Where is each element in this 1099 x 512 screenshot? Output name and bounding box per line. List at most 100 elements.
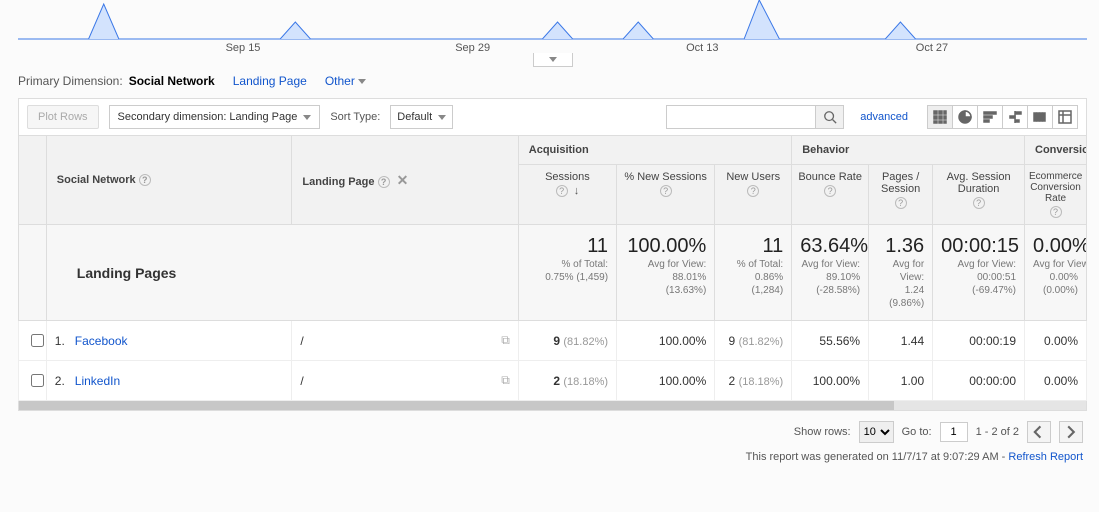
help-icon[interactable]: ? bbox=[660, 185, 672, 197]
col-pct-new-sessions[interactable]: % New Sessions ? bbox=[617, 165, 715, 225]
cell-new-users: 9 bbox=[729, 334, 736, 348]
xlabel: Sep 15 bbox=[208, 42, 278, 54]
primary-dimension-active[interactable]: Social Network bbox=[129, 74, 215, 88]
view-comparison-button[interactable] bbox=[1002, 105, 1028, 129]
aggregate-title: Landing Pages bbox=[46, 225, 518, 321]
col-new-users[interactable]: New Users ? bbox=[715, 165, 792, 225]
pagination: Show rows: 10 Go to: 1 - 2 of 2 bbox=[18, 411, 1087, 447]
sort-type-value: Default bbox=[397, 111, 432, 123]
next-page-button[interactable] bbox=[1059, 421, 1083, 443]
aggregate-row: Landing Pages 11 % of Total: 0.75% (1,45… bbox=[19, 225, 1087, 321]
show-rows-label: Show rows: bbox=[794, 426, 851, 438]
cell-new-users: 2 bbox=[729, 374, 736, 388]
table-row: 1. Facebook / ⧉ 9 (81.82%) 100.00% 9 (81… bbox=[19, 321, 1087, 361]
row-primary-link[interactable]: Facebook bbox=[75, 334, 128, 348]
xlabel: Sep 29 bbox=[438, 42, 508, 54]
other-label: Other bbox=[325, 74, 355, 88]
col-social-network[interactable]: Social Network ? bbox=[46, 136, 292, 225]
col-label: Social Network bbox=[57, 174, 136, 186]
cell-asd: 00:00:19 bbox=[933, 321, 1025, 361]
cell-sessions-pct: (18.18%) bbox=[563, 376, 608, 388]
cell-sessions-pct: (81.82%) bbox=[563, 336, 608, 348]
show-rows-select[interactable]: 10 bbox=[859, 421, 894, 443]
page-range: 1 - 2 of 2 bbox=[976, 426, 1019, 438]
horizontal-scrollbar[interactable] bbox=[18, 401, 1087, 411]
chevron-left-icon bbox=[1032, 425, 1046, 439]
table-search bbox=[666, 105, 844, 129]
row-checkbox[interactable] bbox=[31, 374, 44, 387]
table-toolbar: Plot Rows Secondary dimension: Landing P… bbox=[18, 98, 1087, 136]
secondary-dimension-dropdown[interactable]: Secondary dimension: Landing Page bbox=[109, 105, 321, 129]
plot-rows-button[interactable]: Plot Rows bbox=[27, 105, 99, 129]
cell-bounce: 100.00% bbox=[792, 361, 869, 401]
goto-input[interactable] bbox=[940, 422, 968, 442]
cell-asd: 00:00:00 bbox=[933, 361, 1025, 401]
chevron-down-icon bbox=[303, 115, 311, 120]
col-sessions[interactable]: Sessions ? bbox=[518, 165, 616, 225]
secondary-dimension-label: Secondary dimension: Landing Page bbox=[118, 111, 298, 123]
report-footer: This report was generated on 11/7/17 at … bbox=[18, 447, 1087, 463]
primary-dimension-other[interactable]: Other bbox=[325, 74, 366, 88]
goto-label: Go to: bbox=[902, 426, 932, 438]
view-term-cloud-button[interactable] bbox=[1027, 105, 1053, 129]
agg-bounce: 63.64% Avg for View: 89.10% (-28.58%) bbox=[792, 225, 869, 321]
collapse-chart-toggle[interactable] bbox=[533, 53, 573, 67]
view-performance-button[interactable] bbox=[977, 105, 1003, 129]
prev-page-button[interactable] bbox=[1027, 421, 1051, 443]
help-icon[interactable]: ? bbox=[973, 197, 985, 209]
footer-text: This report was generated on 11/7/17 at … bbox=[746, 451, 1009, 463]
refresh-report-link[interactable]: Refresh Report bbox=[1008, 451, 1083, 463]
help-icon[interactable]: ? bbox=[139, 174, 151, 186]
sort-type-dropdown[interactable]: Default bbox=[390, 105, 453, 129]
col-label: Landing Page bbox=[302, 176, 374, 188]
cloud-icon bbox=[1033, 110, 1047, 124]
search-button[interactable] bbox=[816, 105, 844, 129]
cell-bounce: 55.56% bbox=[792, 321, 869, 361]
view-table-button[interactable] bbox=[927, 105, 953, 129]
chevron-down-icon bbox=[358, 79, 366, 84]
help-icon[interactable]: ? bbox=[824, 185, 836, 197]
xlabel: Oct 13 bbox=[667, 42, 737, 54]
table-row: 2. LinkedIn / ⧉ 2 (18.18%) 100.00% 2 (18… bbox=[19, 361, 1087, 401]
pivot-icon bbox=[1058, 110, 1072, 124]
remove-dimension-icon[interactable]: ✕ bbox=[397, 172, 409, 188]
search-icon bbox=[823, 110, 837, 124]
chart-svg bbox=[18, 0, 1087, 40]
help-icon[interactable]: ? bbox=[895, 197, 907, 209]
open-link-icon[interactable]: ⧉ bbox=[501, 333, 510, 348]
primary-dimension-label: Primary Dimension: bbox=[18, 74, 123, 88]
primary-dimension-bar: Primary Dimension: Social Network Landin… bbox=[18, 74, 1087, 88]
timeline-chart: Sep 15 Sep 29 Oct 13 Oct 27 bbox=[18, 0, 1087, 56]
advanced-link[interactable]: advanced bbox=[860, 111, 908, 123]
open-link-icon[interactable]: ⧉ bbox=[501, 373, 510, 388]
group-conversions: Conversions bbox=[1025, 136, 1087, 165]
agg-ecr: 0.00% Avg for View: 0.00% (0.00%) bbox=[1025, 225, 1087, 321]
comparison-icon bbox=[1008, 110, 1022, 124]
cell-ecr: 0.00% bbox=[1025, 361, 1087, 401]
chevron-down-icon bbox=[549, 57, 557, 62]
view-switcher bbox=[928, 105, 1078, 129]
cell-pps: 1.44 bbox=[869, 321, 933, 361]
view-pivot-button[interactable] bbox=[1052, 105, 1078, 129]
row-landing-page: / bbox=[300, 374, 303, 388]
help-icon[interactable]: ? bbox=[747, 185, 759, 197]
chevron-right-icon bbox=[1064, 425, 1078, 439]
row-checkbox[interactable] bbox=[31, 334, 44, 347]
help-icon[interactable]: ? bbox=[1050, 206, 1062, 218]
report-table: Social Network ? Landing Page ? ✕ Acquis… bbox=[18, 135, 1087, 401]
help-icon[interactable]: ? bbox=[556, 185, 568, 197]
col-bounce-rate[interactable]: Bounce Rate ? bbox=[792, 165, 869, 225]
help-icon[interactable]: ? bbox=[378, 176, 390, 188]
col-ecommerce-conversion-rate[interactable]: Ecommerce Conversion Rate ? bbox=[1025, 165, 1087, 225]
sort-type-label: Sort Type: bbox=[330, 111, 380, 123]
view-pie-button[interactable] bbox=[952, 105, 978, 129]
col-landing-page[interactable]: Landing Page ? ✕ bbox=[292, 136, 518, 225]
row-primary-link[interactable]: LinkedIn bbox=[75, 374, 120, 388]
primary-dimension-landing-page[interactable]: Landing Page bbox=[233, 74, 307, 88]
col-avg-session-duration[interactable]: Avg. Session Duration ? bbox=[933, 165, 1025, 225]
agg-new-users: 11 % of Total: 0.86% (1,284) bbox=[715, 225, 792, 321]
search-input[interactable] bbox=[666, 105, 816, 129]
pie-chart-icon bbox=[958, 110, 972, 124]
col-pages-session[interactable]: Pages / Session ? bbox=[869, 165, 933, 225]
select-all-header bbox=[19, 136, 47, 225]
